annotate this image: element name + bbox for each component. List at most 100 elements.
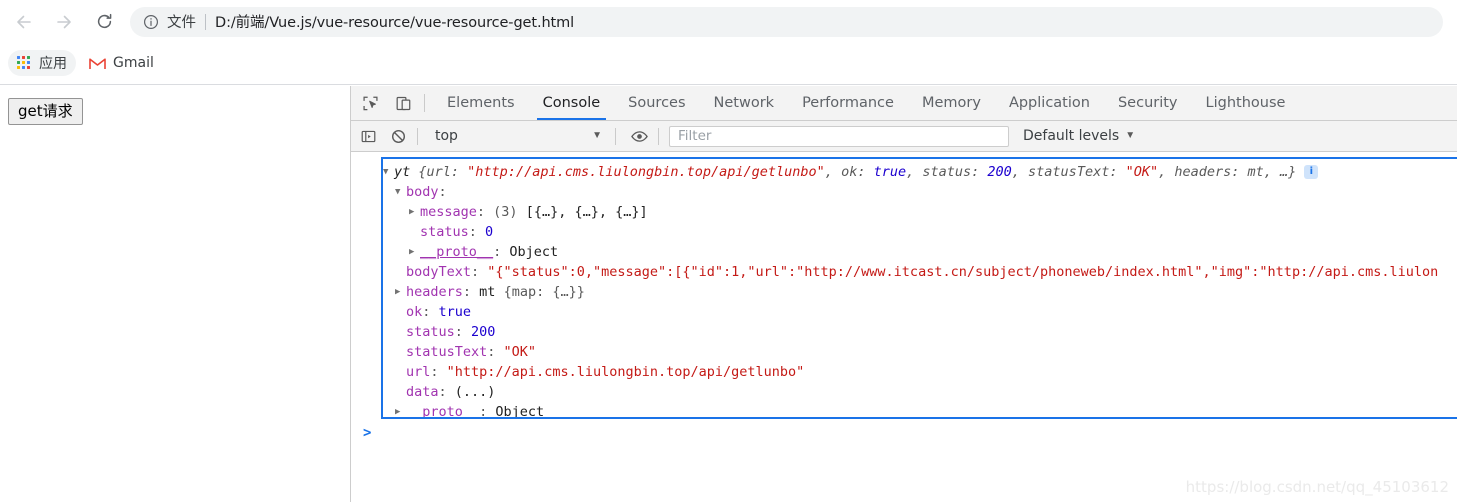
disclosure-collapsed-icon[interactable]: ▶ [409, 242, 420, 262]
tab-elements[interactable]: Elements [433, 86, 529, 120]
live-expression-eye-icon[interactable] [626, 123, 652, 149]
console-token: : [479, 404, 496, 419]
console-token: headers [406, 284, 463, 300]
console-token: : [468, 224, 486, 240]
console-token: [{…}, {…}, {…}] [525, 204, 648, 220]
console-token: body [406, 184, 439, 200]
console-line[interactable]: ▶ __proto__: Object [383, 402, 1457, 419]
console-line[interactable]: status: 0 [383, 222, 1457, 242]
get-request-button[interactable]: get请求 [8, 98, 83, 125]
browser-navigation-bar: 文件 D:/前端/Vue.js/vue-resource/vue-resourc… [0, 0, 1457, 43]
console-token: message [420, 204, 477, 220]
console-line[interactable]: data: (...) [383, 382, 1457, 402]
console-token: : [438, 184, 447, 200]
console-line[interactable]: ▼ yt {url: "http://api.cms.liulongbin.top… [383, 162, 1457, 182]
disclosure-expanded-icon[interactable]: ▼ [395, 182, 406, 202]
watermark-text: https://blog.csdn.net/qq_45103612 [1185, 478, 1449, 496]
console-token: "http://api.cms.liulongbin.top/api/getlu… [446, 364, 805, 380]
console-token: , …} [1263, 164, 1297, 180]
console-token: yt [394, 164, 419, 180]
tab-performance[interactable]: Performance [788, 86, 908, 120]
inspect-element-icon[interactable] [356, 89, 384, 117]
log-levels-select[interactable]: Default levels ▼ [1015, 123, 1143, 149]
console-token: true [873, 164, 907, 180]
console-token: ok: [841, 164, 874, 180]
console-token: mt [1247, 164, 1264, 180]
console-token: 200 [987, 164, 1012, 180]
console-token: __proto__ [406, 404, 480, 419]
console-token: 0 [485, 224, 494, 240]
console-line[interactable]: statusText: "OK" [383, 342, 1457, 362]
console-token: headers: [1174, 164, 1248, 180]
info-badge-icon[interactable]: i [1304, 165, 1319, 179]
console-token: : [476, 204, 494, 220]
console-token: : [430, 364, 447, 380]
console-line[interactable]: bodyText: "{"status":0,"message":[{"id":… [383, 262, 1457, 282]
bookmark-gmail[interactable]: Gmail [80, 50, 163, 76]
back-button[interactable] [8, 6, 40, 38]
console-toolbar: top ▼ Filter Default levels ▼ [351, 121, 1457, 152]
reload-button[interactable] [88, 6, 120, 38]
console-token: ok [406, 304, 423, 320]
chevron-down-icon: ▼ [592, 130, 602, 141]
console-token: url: [426, 164, 468, 180]
console-line[interactable]: url: "http://api.cms.liulongbin.top/api/… [383, 362, 1457, 382]
tab-security[interactable]: Security [1104, 86, 1192, 120]
console-line[interactable]: ▶ __proto__: Object [383, 242, 1457, 262]
console-line[interactable]: ▶ message: (3) [{…}, {…}, {…}] [383, 202, 1457, 222]
console-token: Object [495, 404, 545, 419]
console-filter-input[interactable]: Filter [669, 125, 1009, 147]
console-token: {map: {…}} [503, 284, 585, 300]
tab-memory[interactable]: Memory [908, 86, 995, 120]
console-message-selected[interactable]: ▼ yt {url: "http://api.cms.liulongbin.top… [381, 157, 1457, 419]
devtools-panel: Elements Console Sources Network Perform… [350, 86, 1457, 502]
console-toolbar-divider-2 [615, 127, 616, 145]
bookmark-apps[interactable]: 应用 [8, 50, 76, 76]
console-token: url [406, 364, 431, 380]
console-token: "{"status":0,"message":[{"id":1,"url":"h… [487, 264, 1439, 280]
apps-grid-icon [17, 55, 32, 71]
execution-context-label: top [435, 128, 458, 144]
disclosure-collapsed-icon[interactable]: ▶ [409, 202, 420, 222]
disclosure-expanded-icon[interactable]: ▼ [383, 162, 394, 182]
execution-context-select[interactable]: top ▼ [424, 123, 609, 149]
tab-lighthouse[interactable]: Lighthouse [1192, 86, 1300, 120]
address-bar[interactable]: 文件 D:/前端/Vue.js/vue-resource/vue-resourc… [130, 6, 1443, 37]
console-token: (3) [493, 204, 526, 220]
tab-sources[interactable]: Sources [614, 86, 699, 120]
console-output-area[interactable]: ▼ yt {url: "http://api.cms.liulongbin.top… [351, 152, 1457, 501]
console-toolbar-divider-3 [658, 127, 659, 145]
tab-application[interactable]: Application [995, 86, 1104, 120]
console-line[interactable]: status: 200 [383, 322, 1457, 342]
console-line[interactable]: ▶ headers: mt {map: {…}} [383, 282, 1457, 302]
console-token: : [471, 264, 488, 280]
device-toolbar-icon[interactable] [389, 89, 417, 117]
console-sidebar-toggle-icon[interactable] [355, 123, 381, 149]
clear-console-icon[interactable] [385, 123, 411, 149]
bookmarks-bar: 应用 Gmail [0, 43, 1457, 83]
console-line[interactable]: ▼ body: [383, 182, 1457, 202]
console-token: status: [922, 164, 988, 180]
disclosure-collapsed-icon[interactable]: ▶ [395, 402, 406, 417]
omnibox-divider [205, 13, 206, 30]
console-token: : [454, 324, 472, 340]
console-token: : [462, 284, 480, 300]
page-info-icon[interactable] [142, 13, 159, 30]
console-prompt-chevron-icon: > [363, 425, 372, 441]
tab-console[interactable]: Console [529, 86, 615, 120]
console-token: , [1011, 164, 1029, 180]
console-token: (...) [454, 384, 496, 400]
console-token: status [406, 324, 455, 340]
forward-button[interactable] [48, 6, 80, 38]
console-token: : [487, 344, 504, 360]
console-prompt-row[interactable]: > [351, 422, 1457, 444]
disclosure-collapsed-icon[interactable]: ▶ [395, 282, 406, 302]
console-token: : [493, 244, 510, 260]
console-token: 200 [471, 324, 496, 340]
tab-network[interactable]: Network [700, 86, 789, 120]
console-token: true [438, 304, 472, 320]
console-line[interactable]: ok: true [383, 302, 1457, 322]
